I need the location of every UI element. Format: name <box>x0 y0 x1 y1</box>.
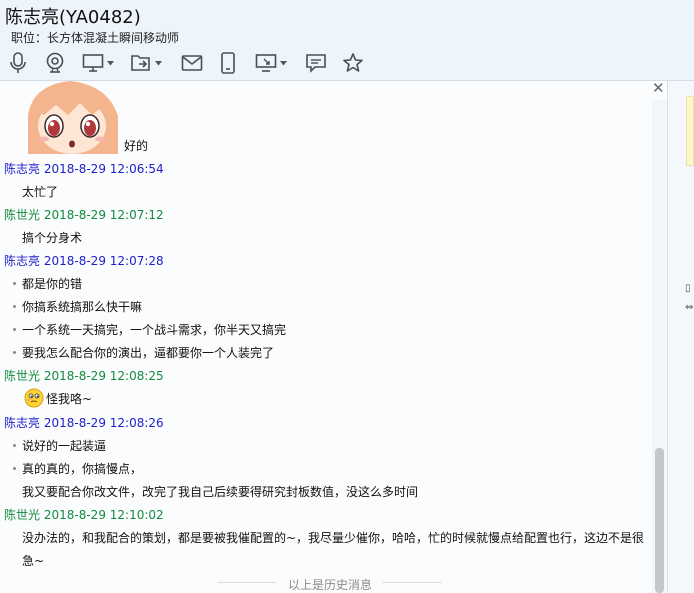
sender-header: 陈志亮 2018-8-29 12:06:54 <box>4 162 164 176</box>
contact-position: 职位：长方体混凝土瞬间移动师 <box>11 31 180 45</box>
message-text: 一个系统一天搞完，一个战斗需求，你半天又搞完 <box>22 323 287 337</box>
message-text: 真的真的，你搞慢点， <box>22 462 143 476</box>
image-caption: 好的 <box>124 139 149 153</box>
message-text: 太忙了 <box>22 185 59 199</box>
message-icon[interactable] <box>305 51 327 75</box>
history-note: 以上是历史消息 <box>287 578 372 592</box>
video-call-icon[interactable] <box>45 51 65 75</box>
expand-icon[interactable]: ⇔ <box>685 302 693 313</box>
close-icon[interactable]: ✕ <box>652 79 665 97</box>
email-icon[interactable] <box>181 51 203 75</box>
scrollbar-thumb[interactable] <box>655 448 664 593</box>
bullet-dot <box>13 467 16 470</box>
message-text: 我又要配合你改文件，改完了我自己后续要得研究封板数值，没这么多时间 <box>22 485 419 499</box>
bullet-dot <box>13 444 16 447</box>
sender-header: 陈世光 2018-8-29 12:08:25 <box>4 369 164 383</box>
chevron-down-icon <box>280 60 287 65</box>
mobile-icon[interactable] <box>220 51 236 75</box>
message-text: 都是你的错 <box>22 277 83 291</box>
message-text: 说好的一起装逼 <box>22 439 107 453</box>
bullet-dot <box>13 282 16 285</box>
toolbar <box>0 48 694 78</box>
message-text: 你搞系统搞那么快干嘛 <box>22 300 143 314</box>
message-text: 没办法的，和我配合的策划，都是要被我催配置的~，我尽量少催你，哈哈，忙的时候就慢… <box>22 531 645 545</box>
sender-header: 陈志亮 2018-8-29 12:08:26 <box>4 416 164 430</box>
bullet-dot <box>13 351 16 354</box>
message-text: 急~ <box>22 554 45 568</box>
chevron-down-icon <box>155 60 162 65</box>
sender-header: 陈世光 2018-8-29 12:07:12 <box>4 208 164 222</box>
anime-sticker-image <box>22 81 124 154</box>
message-text: 要我怎么配合你的演出，逼都要你一个人装完了 <box>22 346 275 360</box>
sender-header: 陈志亮 2018-8-29 12:07:28 <box>4 254 164 268</box>
sender-header: 陈世光 2018-8-29 12:10:02 <box>4 508 164 522</box>
screen-share-icon[interactable] <box>82 51 114 75</box>
chat-header: 陈志亮(YA0482) 职位：长方体混凝土瞬间移动师 <box>0 0 694 82</box>
send-file-icon[interactable] <box>130 51 162 75</box>
microphone-icon[interactable] <box>9 51 27 75</box>
bullet-dot <box>13 328 16 331</box>
chevron-down-icon <box>107 60 114 65</box>
contact-name: 陈志亮(YA0482) <box>5 7 141 28</box>
star-icon[interactable] <box>342 51 364 75</box>
remote-desktop-icon[interactable] <box>255 51 287 75</box>
message-text: 搞个分身术 <box>22 231 83 245</box>
note-card[interactable] <box>686 96 694 166</box>
emoji-icon <box>24 388 44 408</box>
message-text: 怪我咯~ <box>46 392 93 406</box>
divider-line <box>382 582 442 583</box>
panel-icon[interactable]: ▯ <box>685 283 691 294</box>
bullet-dot <box>13 305 16 308</box>
